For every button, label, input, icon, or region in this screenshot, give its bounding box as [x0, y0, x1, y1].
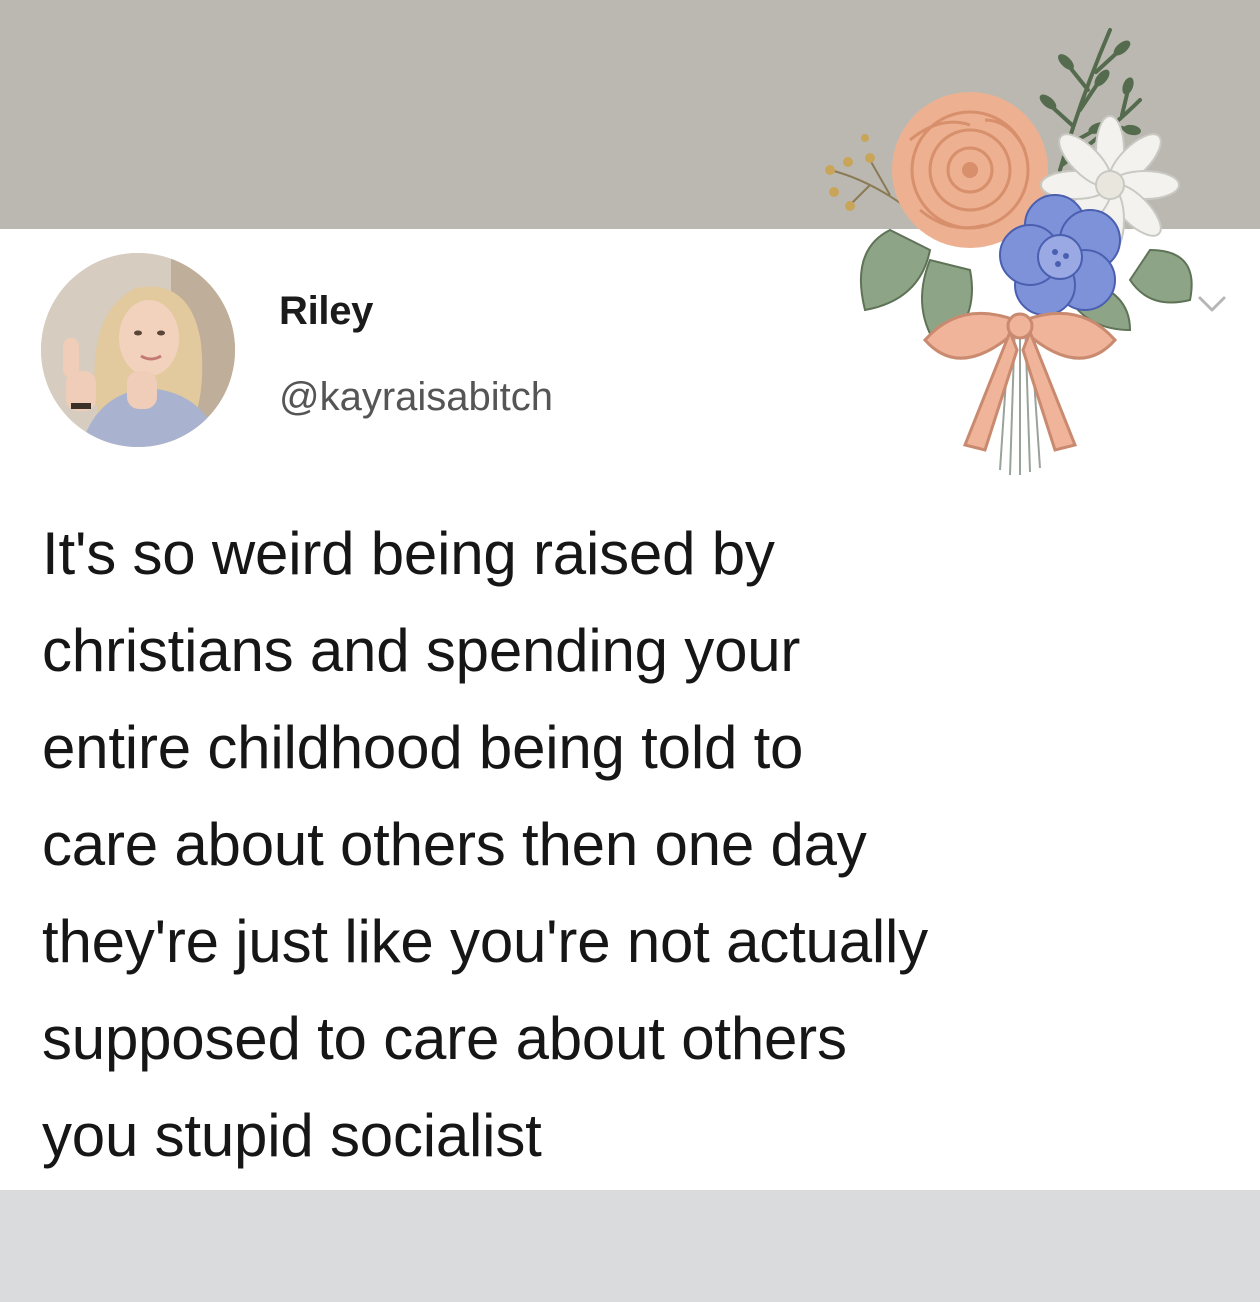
- display-name[interactable]: Riley: [279, 285, 373, 337]
- tweet-screenshot: Riley @kayraisabitch It's so weird being…: [0, 0, 1260, 1302]
- profile-photo: [41, 253, 235, 447]
- chevron-down-icon[interactable]: [1196, 292, 1228, 316]
- flower-bouquet-icon: [825, 28, 1193, 476]
- tweet-text: It's so weird being raised by christians…: [42, 520, 928, 1169]
- footer-band: [0, 1190, 1260, 1302]
- user-handle[interactable]: @kayraisabitch: [279, 371, 553, 423]
- avatar[interactable]: [41, 253, 235, 447]
